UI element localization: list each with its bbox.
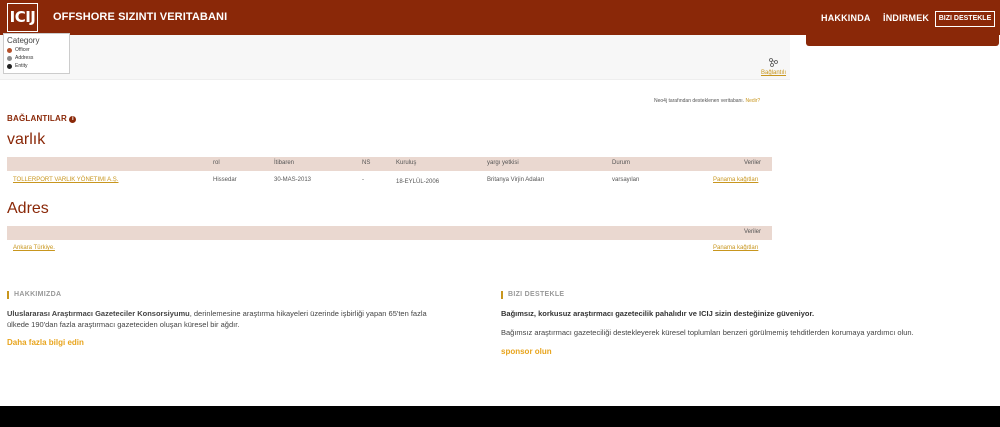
column-header: Kuruluş	[396, 160, 417, 166]
column-header: rol	[213, 160, 220, 166]
org-name: Uluslararası Araştırmacı Gazeteciler Kon…	[7, 309, 190, 318]
bottom-bar	[0, 406, 1000, 427]
entity-table-header: rol İtibaren NS Kuruluş yargı yetkisi Du…	[7, 157, 772, 171]
about-heading: HAKKIMIZDA	[7, 291, 61, 299]
about-text-part2: ülkede 190'dan fazla araştırmacı gazetec…	[7, 320, 240, 329]
sponsor-link[interactable]: sponsor olun	[501, 347, 552, 356]
header-dropdown-tab	[806, 35, 999, 46]
support-us-button[interactable]: BIZI DESTEKLE	[935, 11, 995, 27]
legend-label: Address	[15, 55, 34, 61]
legend-label: Officer	[15, 47, 30, 53]
network-graph-icon[interactable]	[769, 58, 778, 69]
incorporation-cell: 18-EYLÜL-2006	[396, 179, 440, 185]
connections-heading: BAĞLANTILAR i	[7, 114, 77, 123]
connections-heading-text: BAĞLANTILAR	[7, 114, 67, 123]
legend-item-address: Address	[7, 54, 66, 62]
legend-label: Entity	[15, 63, 28, 69]
column-header: Veriler	[744, 229, 762, 235]
nav-download-link[interactable]: İNDIRMEK	[883, 13, 929, 23]
from-date-cell: 30-MAS-2013	[274, 177, 312, 183]
legend-item-entity: Entity	[7, 62, 66, 70]
address-link[interactable]: Ankara Türkiye.	[13, 245, 55, 251]
column-header: NS	[362, 160, 371, 166]
officer-dot-icon	[7, 47, 12, 53]
column-header: İtibaren	[274, 160, 295, 166]
legend-item-officer: Officer	[7, 46, 66, 54]
address-dot-icon	[7, 55, 12, 61]
network-graph-svg	[769, 58, 778, 67]
entity-section-title: varlık	[7, 131, 46, 148]
neo4j-note: Neo4j tarafından desteklenen veritabanı.…	[654, 98, 761, 104]
entity-dot-icon	[7, 63, 12, 69]
jurisdiction-cell: Britanya Virjin Adaları	[487, 177, 545, 183]
graph-area[interactable]	[0, 35, 790, 80]
data-source-link[interactable]: Panama kağıtları	[713, 245, 758, 251]
entity-name-link[interactable]: TOLLERPORT VARLIK YÖNETIMI A.Ş.	[13, 177, 118, 183]
status-cell: varsayılan	[612, 177, 640, 183]
icij-logo[interactable]: ICIJ	[7, 3, 38, 32]
column-header: Veriler	[744, 160, 762, 166]
about-text-part1: , derinlemesine araştırma hikayeleri üze…	[189, 309, 427, 318]
address-table-header: Veriler	[7, 226, 772, 240]
role-cell: Hissedar	[213, 177, 237, 183]
info-icon[interactable]: i	[69, 116, 77, 123]
about-text: Uluslararası Araştırmacı Gazeteciler Kon…	[7, 308, 487, 330]
neo4j-link[interactable]: Nedir?	[745, 98, 760, 104]
support-text: Bağımsız araştırmacı gazeteciliği destek…	[501, 328, 914, 337]
column-header: yargı yetkisi	[487, 160, 519, 166]
category-legend: Category Officer Address Entity	[3, 33, 70, 74]
site-title[interactable]: OFFSHORE SIZINTI VERITABANI	[53, 11, 227, 23]
support-heading: BIZI DESTEKLE	[501, 291, 564, 299]
column-header: Durum	[612, 160, 631, 166]
connections-link[interactable]: Bağlantılı	[761, 70, 786, 76]
legend-title: Category	[7, 36, 40, 45]
nav-about-link[interactable]: HAKKINDA	[821, 13, 871, 23]
neo4j-text: Neo4j tarafından desteklenen veritabanı	[654, 98, 743, 104]
ns-cell: -	[362, 177, 364, 183]
support-bold-text: Bağımsız, korkusuz araştırmacı gazetecil…	[501, 309, 815, 318]
data-source-link[interactable]: Panama kağıtları	[713, 177, 758, 183]
learn-more-link[interactable]: Daha fazla bilgi edin	[7, 338, 84, 347]
address-section-title: Adres	[7, 200, 49, 217]
